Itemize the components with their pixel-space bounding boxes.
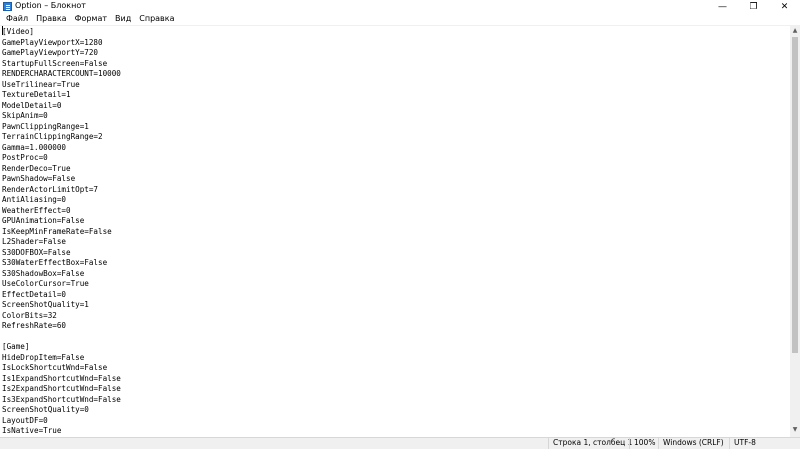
text-line: GPUAnimation=False: [2, 216, 85, 225]
window-title: Option – Блокнот: [15, 1, 86, 10]
text-line: IsLockShortcutWnd=False: [2, 363, 108, 372]
status-encoding: UTF-8: [729, 438, 756, 449]
text-line: S30DOFBOX=False: [2, 247, 71, 257]
text-line: ScreenShotQuality=1: [2, 300, 89, 309]
text-line: RefreshRate=60: [2, 321, 67, 330]
text-line: IsKeepMinFrameRate=False: [2, 226, 112, 236]
text-line: UseColorCursor=True: [2, 279, 89, 288]
text-line: Gamma=1.000000: [2, 142, 67, 152]
menu-format[interactable]: Формат: [71, 13, 111, 25]
scrollbar-thumb[interactable]: [792, 37, 798, 353]
text-line: [2, 332, 790, 343]
text-line: UseTrilinear=True: [2, 79, 80, 89]
text-line: RenderActorLimitOpt=7: [2, 184, 99, 194]
text-line: PostProc=0: [2, 153, 48, 162]
text-line: RENDERCHARACTERCOUNT=10000: [2, 69, 121, 78]
menu-bar: Файл Правка Формат Вид Справка: [0, 13, 800, 25]
text-line: IsNative=True: [2, 426, 62, 435]
text-line: PawnShadow=False: [2, 174, 76, 183]
text-line: Is3ExpandShortcutWnd=False: [2, 394, 121, 404]
text-line: GamePlayViewportX=1280: [2, 37, 103, 47]
text-line: Is1ExpandShortcutWnd=False: [2, 373, 121, 383]
status-line-endings: Windows (CRLF): [658, 438, 724, 449]
text-line: S30WaterEffectBox=False: [2, 258, 108, 267]
text-line: ColorBits=32: [2, 310, 57, 320]
text-line: SkipAnim=0: [2, 111, 48, 120]
menu-help[interactable]: Справка: [135, 13, 178, 25]
text-line: PawnClippingRange=1: [2, 121, 89, 131]
text-line: TerrainClippingRange=2: [2, 132, 103, 141]
scroll-up-icon[interactable]: ▲: [790, 25, 800, 35]
maximize-button[interactable]: ❐: [738, 0, 769, 13]
menu-view[interactable]: Вид: [111, 13, 135, 25]
status-bar: Строка 1, столбец 1 100% Windows (CRLF) …: [0, 437, 800, 449]
text-line: EffectDetail=0: [2, 289, 67, 299]
text-line: ModelDetail=0: [2, 100, 62, 110]
text-line: TextureDetail=1: [2, 90, 71, 99]
scroll-down-icon[interactable]: ▼: [790, 424, 800, 434]
text-line: StartupFullScreen=False: [2, 58, 108, 68]
close-button[interactable]: ✕: [769, 0, 800, 13]
status-zoom: 100%: [629, 438, 655, 449]
text-line: HideDropItem=False: [2, 352, 85, 362]
title-bar[interactable]: Option – Блокнот — ❐ ✕: [0, 0, 800, 13]
minimize-button[interactable]: —: [707, 0, 738, 13]
notepad-icon: [3, 2, 12, 11]
text-line: S30ShadowBox=False: [2, 268, 85, 278]
text-line: Is2ExpandShortcutWnd=False: [2, 384, 121, 393]
menu-edit[interactable]: Правка: [32, 13, 70, 25]
text-line: [Video]: [2, 27, 35, 36]
text-line: LayoutDF=0: [2, 415, 48, 425]
text-caret: [2, 26, 3, 35]
status-cursor-position: Строка 1, столбец 1: [548, 438, 632, 449]
editor-lines: [Video] GamePlayViewportX=1280 GamePlayVie…: [0, 26, 790, 435]
text-line: [Game]: [2, 342, 30, 351]
text-line: GamePlayViewportY=720: [2, 48, 99, 57]
text-line: WeatherEffect=0: [2, 205, 71, 215]
menu-file[interactable]: Файл: [2, 13, 32, 25]
text-line: L2Shader=False: [2, 237, 67, 246]
text-line: ScreenShotQuality=0: [2, 405, 89, 414]
text-line: AntiAliasing=0: [2, 195, 67, 204]
text-editor[interactable]: [Video] GamePlayViewportX=1280 GamePlayVie…: [0, 25, 790, 435]
text-line: RenderDeco=True: [2, 163, 71, 173]
window-controls: — ❐ ✕: [707, 0, 800, 13]
vertical-scrollbar[interactable]: ▲ ▼: [790, 25, 800, 434]
